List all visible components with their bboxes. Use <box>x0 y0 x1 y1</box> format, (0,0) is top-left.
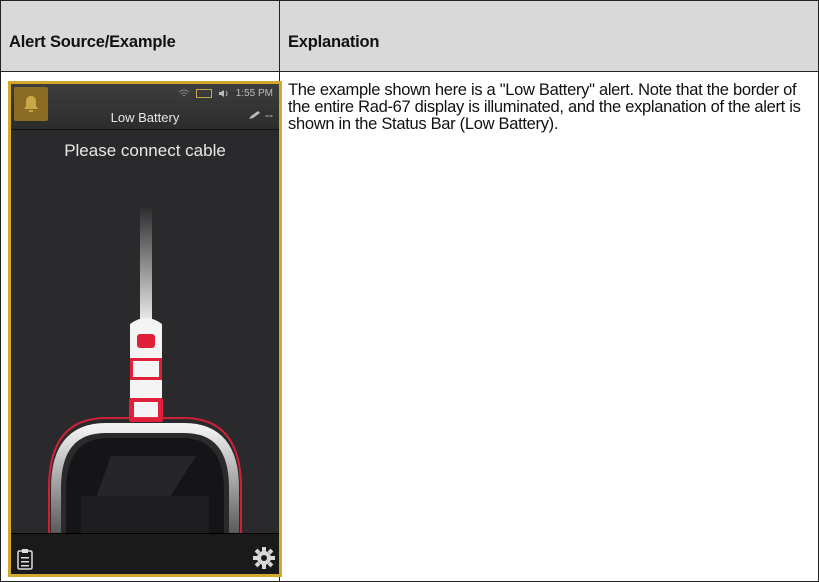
header-source-label: Alert Source/Example <box>9 33 176 51</box>
clipboard-icon[interactable] <box>17 548 33 570</box>
wifi-icon <box>178 89 190 97</box>
explanation-text: The example shown here is a "Low Battery… <box>288 81 801 133</box>
device-screen: 1:55 PM Low Battery -- Please connect ca… <box>8 81 282 577</box>
connect-cable-prompt: Please connect cable <box>64 141 226 160</box>
status-right: -- <box>248 108 273 122</box>
clock-time: 1:55 PM <box>235 88 273 99</box>
header-cell-source: Alert Source/Example <box>0 0 280 72</box>
pen-icon <box>248 111 260 119</box>
explanation-cell: The example shown here is a "Low Battery… <box>279 71 819 582</box>
cable-illustration <box>48 206 242 566</box>
status-message: Low Battery <box>110 110 180 125</box>
speaker-icon <box>218 90 228 97</box>
battery-icon <box>195 89 212 98</box>
status-bar: 1:55 PM Low Battery -- <box>11 84 279 130</box>
status-icons: 1:55 PM <box>178 88 273 99</box>
status-right-value: -- <box>265 108 273 122</box>
gear-icon[interactable] <box>252 546 276 570</box>
bottom-bar <box>11 533 279 574</box>
header-cell-explanation: Explanation <box>279 0 819 72</box>
header-explanation-label: Explanation <box>288 33 380 51</box>
